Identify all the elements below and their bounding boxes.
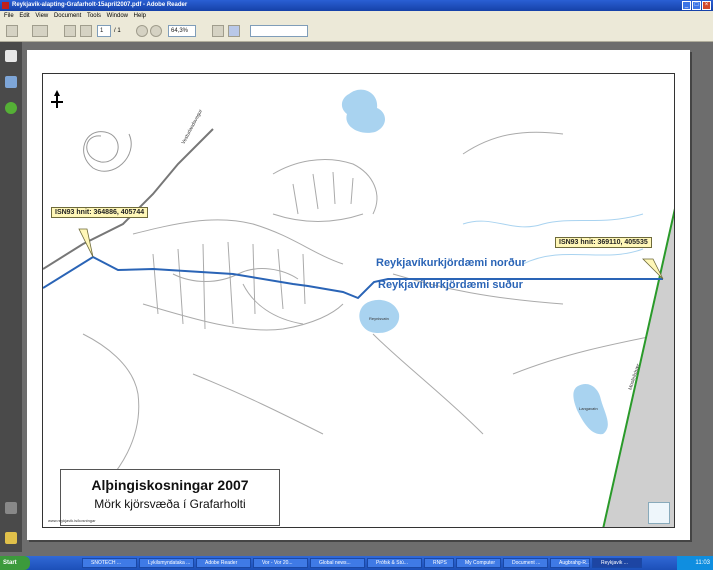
menu-tools[interactable]: Tools — [87, 13, 101, 19]
menu-document[interactable]: Document — [54, 13, 81, 19]
paperclip-icon[interactable] — [5, 502, 17, 514]
menu-file[interactable]: File — [4, 13, 14, 19]
label-south: Reykjavíkurkjördæmi suður — [378, 279, 523, 291]
zoom-out-icon[interactable] — [136, 25, 148, 37]
page-number-input[interactable]: 1 — [97, 25, 111, 37]
menu-window[interactable]: Window — [107, 13, 128, 19]
lake-north — [341, 89, 385, 133]
constituency-boundary — [43, 255, 663, 300]
taskbar-item[interactable]: RNPS — [424, 558, 454, 568]
callout-right-pointer — [642, 258, 664, 280]
pdf-page: ISN93 hnit: 364886, 405744 ISN93 hnit: 3… — [27, 50, 690, 540]
taskbar-item[interactable]: Lykilsmyndataka ... — [139, 558, 194, 568]
adobe-reader-icon — [2, 2, 9, 9]
vesturlandsvegur-road — [43, 128, 214, 270]
navigation-pane — [0, 42, 22, 552]
map-subtitle: Mörk kjörsvæða í Grafarholti — [94, 497, 246, 511]
pages-icon[interactable] — [5, 50, 17, 62]
menu-edit[interactable]: Edit — [19, 13, 29, 19]
print-icon[interactable] — [6, 25, 18, 37]
callout-left-pointer — [78, 228, 94, 258]
zoom-in-icon[interactable] — [150, 25, 162, 37]
stream — [522, 248, 644, 265]
window-controls: _ □ × — [682, 1, 711, 10]
start-button[interactable]: Start — [0, 556, 30, 570]
page-total: / 1 — [114, 28, 121, 34]
lake-label-langavatn: Langavatn — [579, 406, 598, 411]
taskbar-item-active[interactable]: Reykjavik ... — [592, 558, 642, 568]
minimize-button[interactable]: _ — [682, 1, 691, 10]
window-title: Reykjavik-alapting-Grafarholt-15april200… — [12, 2, 188, 8]
taskbar-item[interactable]: Document ... — [503, 558, 548, 568]
taskbar-item[interactable]: Global news... — [310, 558, 365, 568]
menu-bar: File Edit View Document Tools Window Hel… — [0, 11, 713, 21]
menu-view[interactable]: View — [35, 13, 48, 19]
map-title: Alþingiskosningar 2007 — [91, 477, 249, 493]
taskbar-item[interactable]: Augbrahg-R... — [550, 558, 590, 568]
email-icon[interactable] — [32, 25, 48, 37]
toolbar: 1 / 1 64,3% — [0, 21, 713, 42]
north-arrow-head — [54, 90, 60, 96]
callout-right: ISN93 hnit: 369110, 405535 — [555, 237, 652, 248]
label-north: Reykjavíkurkjördæmi norður — [376, 257, 526, 269]
taskbar-item[interactable]: Vor - Vor 20... — [253, 558, 308, 568]
comments-icon[interactable] — [5, 532, 17, 544]
map-footer-text: www.reykjavik.is/kosningar — [48, 518, 96, 523]
zoom-input[interactable]: 64,3% — [168, 25, 196, 37]
attachments-icon[interactable] — [5, 102, 17, 114]
find-input[interactable] — [250, 25, 308, 37]
taskbar-item[interactable]: Adobe Reader — [196, 558, 251, 568]
reykjavik-logo-icon — [648, 502, 670, 524]
previous-page-icon[interactable] — [64, 25, 76, 37]
close-button[interactable]: × — [702, 1, 711, 10]
maximize-button[interactable]: □ — [692, 1, 701, 10]
window-titlebar: Reykjavik-alapting-Grafarholt-15april200… — [0, 0, 713, 11]
menu-help[interactable]: Help — [134, 13, 146, 19]
lake-label-reynisvatn: Reynisvatn — [369, 316, 389, 321]
map-canvas — [43, 89, 674, 527]
taskbar-item[interactable]: Prófsk & Stú... — [367, 558, 422, 568]
north-arrow-icon — [51, 94, 63, 108]
fit-page-icon[interactable] — [212, 25, 224, 37]
stream — [462, 213, 644, 228]
taskbar-item[interactable]: My Computer — [456, 558, 501, 568]
next-page-icon[interactable] — [80, 25, 92, 37]
fit-width-icon[interactable] — [228, 25, 240, 37]
map-frame: ISN93 hnit: 364886, 405744 ISN93 hnit: 3… — [42, 73, 675, 528]
bookmarks-icon[interactable] — [5, 76, 17, 88]
taskbar: Start SNOTECH ... Lykilsmyndataka ... Ad… — [0, 556, 713, 570]
system-tray-clock: 11:03 — [677, 556, 713, 570]
road-loop — [83, 131, 132, 172]
taskbar-item[interactable]: SNOTECH ... — [82, 558, 137, 568]
callout-left: ISN93 hnit: 364886, 405744 — [51, 207, 149, 218]
